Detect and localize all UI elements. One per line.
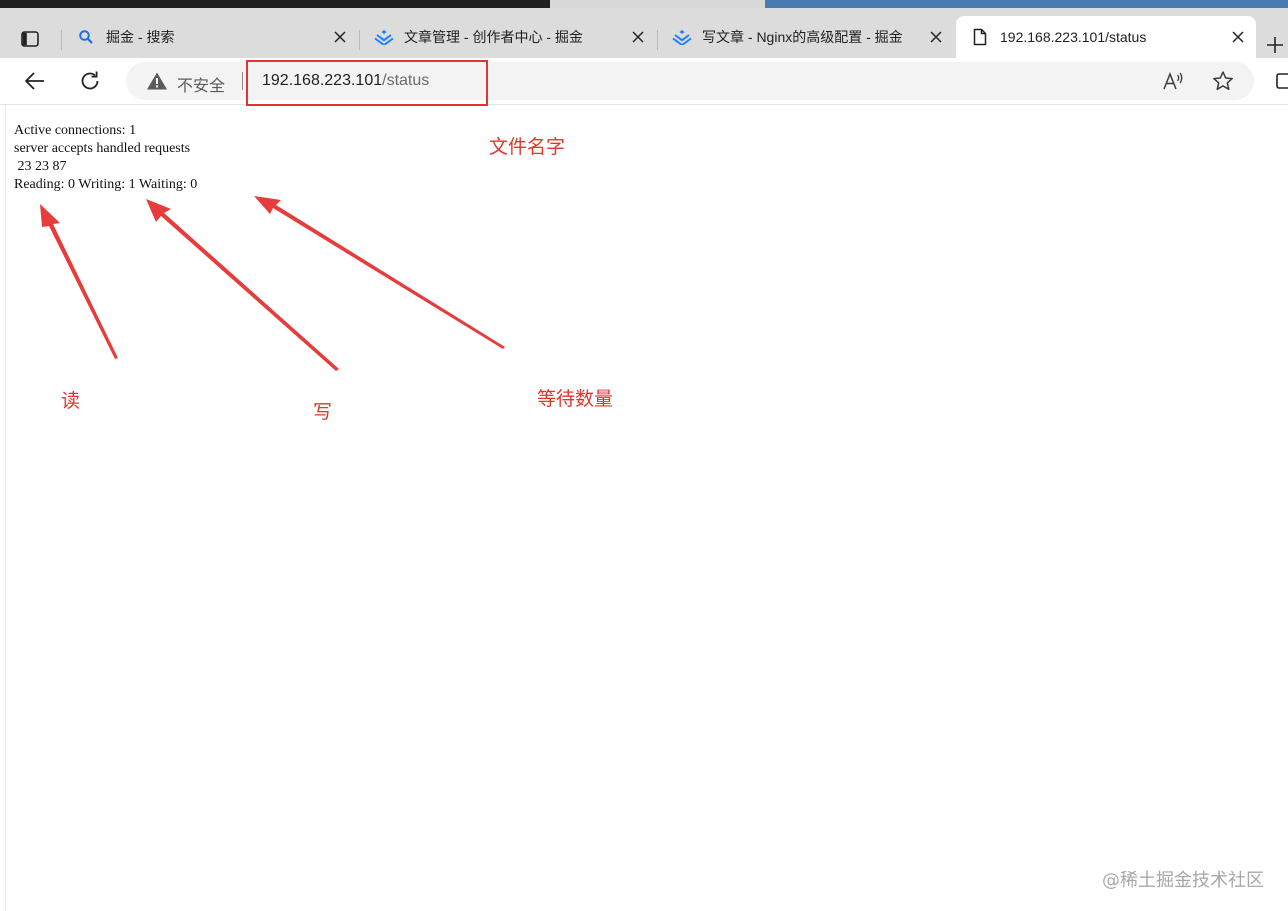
address-bar-separator — [242, 72, 243, 90]
collections-icon[interactable] — [1276, 72, 1288, 90]
tab-status-page[interactable]: 192.168.223.101/status — [956, 16, 1256, 58]
window-top-strip-segment — [765, 0, 1288, 8]
tab-actions-icon — [21, 31, 39, 47]
reload-button[interactable] — [75, 66, 105, 96]
window-top-strip-segment — [550, 0, 765, 8]
back-button[interactable] — [20, 66, 50, 96]
juejin-logo-icon — [374, 27, 394, 47]
read-aloud-icon — [1163, 71, 1183, 90]
annotation-filename-label: 文件名字 — [489, 136, 566, 158]
tab-separator — [657, 30, 658, 50]
tab-write-article[interactable]: 写文章 - Nginx的高级配置 - 掘金 — [657, 16, 954, 58]
close-icon[interactable] — [1228, 27, 1248, 47]
favorite-button[interactable] — [1212, 70, 1234, 92]
watermark-text: @稀土掘金技术社区 — [1102, 870, 1264, 891]
page-content: Active connections: 1 server accepts han… — [0, 105, 1288, 911]
tab-separator — [359, 30, 360, 50]
nginx-status-text: Active connections: 1 server accepts han… — [14, 123, 198, 192]
tab-title: 写文章 - Nginx的高级配置 - 掘金 — [702, 29, 903, 45]
reload-icon — [81, 71, 99, 90]
close-icon[interactable] — [628, 27, 648, 47]
tab-title: 文章管理 - 创作者中心 - 掘金 — [404, 29, 583, 45]
read-aloud-button[interactable] — [1162, 70, 1184, 92]
tab-juejin-search[interactable]: 掘金 - 搜索 — [61, 16, 358, 58]
content-left-border — [5, 105, 6, 911]
back-arrow-icon — [25, 72, 44, 90]
security-status-label[interactable]: 不安全 — [177, 72, 225, 96]
tab-strip: 掘金 - 搜索 文章管理 - 创作者中心 - 掘金 写文章 - Nginx的高级… — [0, 8, 1288, 58]
annotation-reading-label: 读 — [61, 390, 81, 412]
tab-title: 192.168.223.101/status — [1000, 29, 1147, 45]
url-highlight-box — [246, 60, 488, 106]
search-icon — [76, 27, 96, 47]
warning-icon — [147, 72, 167, 90]
close-icon[interactable] — [926, 27, 946, 47]
juejin-logo-icon — [672, 27, 692, 47]
star-icon — [1213, 71, 1233, 91]
tab-actions-button[interactable] — [10, 24, 50, 54]
tab-article-management[interactable]: 文章管理 - 创作者中心 - 掘金 — [359, 16, 656, 58]
annotation-writing-label: 写 — [313, 401, 333, 423]
navigation-toolbar: 不安全 192.168.223.101/status — [0, 58, 1288, 104]
new-tab-button[interactable] — [1262, 32, 1288, 58]
tab-separator — [61, 30, 62, 50]
window-top-strip — [0, 0, 1288, 8]
plus-icon — [1267, 37, 1283, 53]
tab-title: 掘金 - 搜索 — [106, 29, 175, 45]
annotation-waiting-label: 等待数量 — [537, 388, 614, 410]
document-icon — [970, 27, 990, 47]
close-icon[interactable] — [330, 27, 350, 47]
